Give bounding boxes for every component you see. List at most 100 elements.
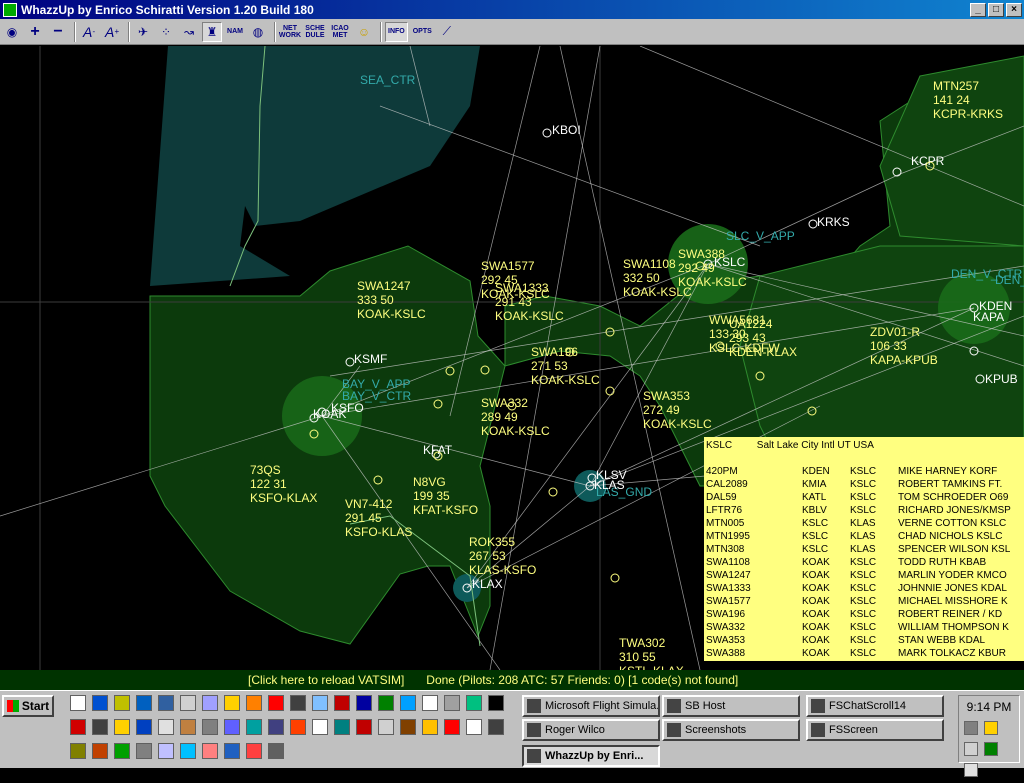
route-icon[interactable]: ↝ — [179, 22, 199, 42]
quick-launch-icon[interactable] — [114, 719, 130, 735]
wand-icon[interactable]: ⟋ — [437, 22, 457, 42]
quick-launch-icon[interactable] — [180, 719, 196, 735]
tray-icon[interactable] — [964, 763, 978, 777]
reload-vatsim-link[interactable]: [Click here to reload VATSIM] — [248, 673, 404, 687]
quick-launch-icon[interactable] — [466, 719, 482, 735]
tray-icon[interactable] — [984, 742, 999, 756]
smiley-icon[interactable]: ☺ — [354, 22, 374, 42]
airport-label[interactable]: KLAX — [472, 577, 503, 591]
quick-launch-icon[interactable] — [356, 719, 372, 735]
quick-launch-icon[interactable] — [378, 695, 394, 711]
task-button[interactable]: SB Host — [662, 695, 800, 717]
quick-launch-icon[interactable] — [268, 719, 284, 735]
airport-info-panel[interactable]: KSLC Salt Lake City Intl UT USA 420PM KDE… — [704, 437, 1024, 661]
quick-launch-icon[interactable] — [466, 695, 482, 711]
quick-launch-icon[interactable] — [312, 695, 328, 711]
quick-launch-icon[interactable] — [334, 719, 350, 735]
quick-launch-icon[interactable] — [224, 695, 240, 711]
earth-icon[interactable]: ◍ — [248, 22, 268, 42]
quick-launch-icon[interactable] — [158, 743, 174, 759]
window-titlebar[interactable]: WhazzUp by Enrico Schiratti Version 1.20… — [0, 0, 1024, 19]
quick-launch-icon[interactable] — [312, 719, 328, 735]
airport-label[interactable]: KFAT — [423, 443, 453, 457]
airport-label[interactable]: KCPR — [911, 154, 945, 168]
quick-launch-icon[interactable] — [158, 695, 174, 711]
flight-label[interactable]: ROK355267 53KLAS-KSFO — [469, 535, 536, 577]
info-button[interactable]: INFO — [385, 21, 408, 42]
task-button[interactable]: Screenshots — [662, 719, 800, 741]
schedule-button[interactable]: SCHE DULE — [304, 22, 326, 42]
quick-launch-icon[interactable] — [136, 695, 152, 711]
task-button[interactable]: WhazzUp by Enri... — [522, 745, 660, 767]
quick-launch-icon[interactable] — [114, 743, 130, 759]
quick-launch-icon[interactable] — [92, 695, 108, 711]
dots-icon[interactable]: ⁘ — [156, 22, 176, 42]
start-button[interactable]: Start — [2, 695, 54, 717]
quick-launch-icon[interactable] — [422, 719, 438, 735]
font-decrease-icon[interactable]: A- — [79, 22, 99, 42]
quick-launch-icon[interactable] — [70, 695, 86, 711]
airport-marker[interactable] — [808, 219, 818, 229]
network-button[interactable]: NET WORK — [279, 22, 301, 42]
nam-button[interactable]: NAM — [225, 22, 245, 42]
quick-launch-icon[interactable] — [202, 719, 218, 735]
quick-launch-icon[interactable] — [202, 695, 218, 711]
quick-launch-icon[interactable] — [92, 719, 108, 735]
airport-label[interactable]: KLAS — [594, 478, 625, 492]
quick-launch-icon[interactable] — [268, 695, 284, 711]
quick-launch-icon[interactable] — [334, 695, 350, 711]
airport-label[interactable]: KPUB — [985, 372, 1018, 386]
quick-launch-icon[interactable] — [136, 743, 152, 759]
airport-marker[interactable] — [542, 128, 552, 138]
minimize-button[interactable]: _ — [970, 2, 986, 17]
airport-label[interactable]: KBOI — [552, 123, 581, 137]
zoom-out-icon[interactable]: − — [48, 22, 68, 42]
airport-label[interactable]: KOAK — [313, 407, 346, 421]
maximize-button[interactable]: □ — [988, 2, 1004, 17]
quick-launch-icon[interactable] — [224, 719, 240, 735]
zoom-in-icon[interactable]: + — [25, 22, 45, 42]
quick-launch-icon[interactable] — [400, 695, 416, 711]
quick-launch-icon[interactable] — [290, 695, 306, 711]
aircraft-marker[interactable] — [548, 487, 558, 497]
quick-launch-icon[interactable] — [136, 719, 152, 735]
task-button[interactable]: FSChatScroll14 — [806, 695, 944, 717]
quick-launch-icon[interactable] — [158, 719, 174, 735]
icao-met-button[interactable]: ICAO MET — [329, 22, 351, 42]
quick-launch-icon[interactable] — [202, 743, 218, 759]
quick-launch-icon[interactable] — [422, 695, 438, 711]
quick-launch-icon[interactable] — [400, 719, 416, 735]
task-button[interactable]: Microsoft Flight Simula... — [522, 695, 660, 717]
quick-launch-icon[interactable] — [488, 719, 504, 735]
quick-launch-icon[interactable] — [246, 743, 262, 759]
tray-icon[interactable] — [984, 721, 999, 735]
tower-icon[interactable]: ♜ — [202, 21, 222, 42]
airport-label[interactable]: KSMF — [354, 352, 387, 366]
quick-launch-icon[interactable] — [488, 695, 504, 711]
flight-label[interactable]: TWA302310 55KSTL-KLAX — [619, 636, 684, 670]
quick-launch-icon[interactable] — [246, 695, 262, 711]
quick-launch-icon[interactable] — [268, 743, 284, 759]
quick-launch-icon[interactable] — [70, 719, 86, 735]
volume-icon[interactable] — [964, 742, 978, 756]
airport-label[interactable]: KAPA — [973, 310, 1004, 324]
aircraft-marker[interactable] — [605, 386, 615, 396]
options-button[interactable]: OPTS — [411, 22, 434, 42]
task-button[interactable]: Roger Wilco — [522, 719, 660, 741]
aircraft-marker[interactable] — [610, 573, 620, 583]
quick-launch-icon[interactable] — [246, 719, 262, 735]
quick-launch-icon[interactable] — [92, 743, 108, 759]
quick-launch-icon[interactable] — [356, 695, 372, 711]
quick-launch-icon[interactable] — [180, 695, 196, 711]
quick-launch-icon[interactable] — [224, 743, 240, 759]
quick-launch-icon[interactable] — [444, 719, 460, 735]
airplane-icon[interactable]: ✈ — [133, 22, 153, 42]
quick-launch-icon[interactable] — [180, 743, 196, 759]
airport-label[interactable]: KRKS — [817, 215, 850, 229]
quick-launch-icon[interactable] — [444, 695, 460, 711]
quick-launch-icon[interactable] — [114, 695, 130, 711]
close-button[interactable]: × — [1006, 2, 1022, 17]
quick-launch-icon[interactable] — [378, 719, 394, 735]
tray-icon[interactable] — [964, 721, 978, 735]
quick-launch-icon[interactable] — [290, 719, 306, 735]
